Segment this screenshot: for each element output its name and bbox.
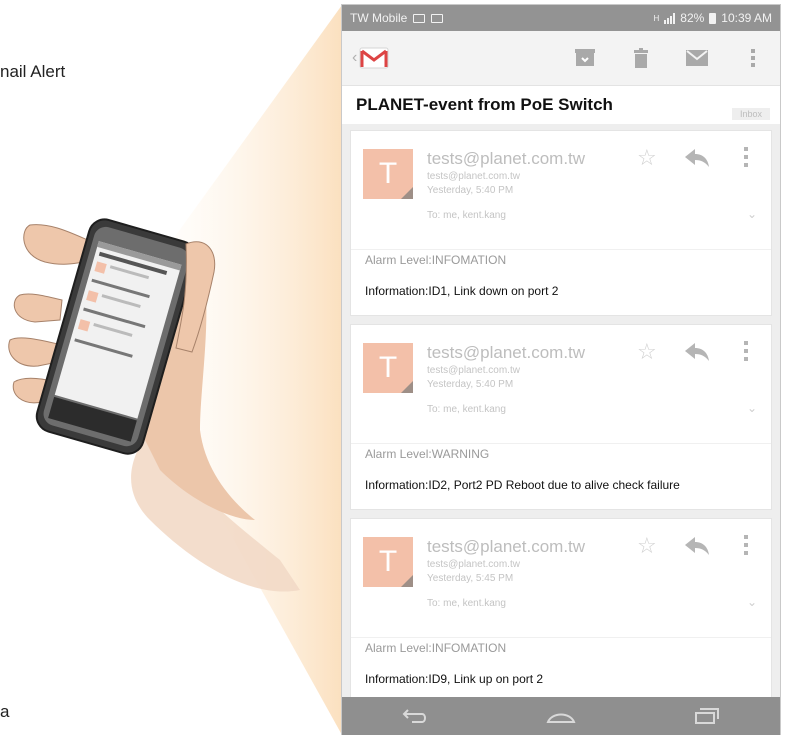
battery-percent: 82% bbox=[680, 11, 705, 25]
action-bar: ‹ bbox=[342, 31, 780, 86]
sender-avatar: T bbox=[363, 343, 413, 393]
email-header[interactable]: T tests@planet.com.tw tests@planet.com.t… bbox=[351, 131, 771, 250]
reply-icon[interactable] bbox=[685, 537, 709, 560]
message-more-icon[interactable] bbox=[744, 341, 748, 366]
status-bar: TW Mobile H 82% 10:39 AM bbox=[342, 5, 780, 31]
inbox-label[interactable]: Inbox bbox=[731, 108, 770, 120]
network-type: H bbox=[653, 13, 660, 23]
email-header[interactable]: T tests@planet.com.tw tests@planet.com.t… bbox=[351, 325, 771, 444]
carrier-name: TW Mobile bbox=[350, 11, 408, 25]
alarm-information: Information:ID9, Link up on port 2 bbox=[365, 672, 544, 686]
recent-apps-icon[interactable] bbox=[687, 704, 727, 728]
message-more-icon[interactable] bbox=[744, 535, 748, 560]
back-nav-icon[interactable] bbox=[395, 704, 435, 728]
sender-email: tests@planet.com.tw bbox=[427, 559, 520, 570]
alarm-level: Alarm Level:INFOMATION bbox=[365, 253, 507, 267]
email-card[interactable]: T tests@planet.com.tw tests@planet.com.t… bbox=[350, 518, 772, 704]
navigation-bar bbox=[342, 697, 780, 735]
alarm-information: Information:ID1, Link down on port 2 bbox=[365, 284, 559, 298]
email-date: Yesterday, 5:40 PM bbox=[427, 185, 514, 196]
subject-row: PLANET-event from PoE Switch Inbox bbox=[342, 86, 780, 124]
mark-unread-icon[interactable] bbox=[686, 47, 708, 69]
reply-icon[interactable] bbox=[685, 343, 709, 366]
stage: nail Alert a TW Mobile H 82% 10:39 AM ‹ bbox=[0, 0, 787, 735]
message-list: T tests@planet.com.tw tests@planet.com.t… bbox=[342, 124, 780, 704]
caption-text: nail Alert bbox=[0, 62, 66, 81]
email-date: Yesterday, 5:45 PM bbox=[427, 573, 514, 584]
overflow-menu-icon[interactable] bbox=[742, 47, 764, 69]
email-subject: PLANET-event from PoE Switch bbox=[356, 95, 613, 114]
sender-email: tests@planet.com.tw bbox=[427, 365, 520, 376]
clock-time: 10:39 AM bbox=[721, 11, 772, 25]
alarm-level: Alarm Level:INFOMATION bbox=[365, 641, 507, 655]
sender-avatar: T bbox=[363, 149, 413, 199]
sender-name: tests@planet.com.tw bbox=[427, 537, 586, 556]
email-header[interactable]: T tests@planet.com.tw tests@planet.com.t… bbox=[351, 519, 771, 638]
expand-chevron-icon[interactable]: ⌄ bbox=[747, 595, 757, 609]
gmail-logo[interactable] bbox=[359, 47, 389, 69]
home-nav-icon[interactable] bbox=[541, 704, 581, 728]
reply-icon[interactable] bbox=[685, 149, 709, 172]
archive-icon[interactable] bbox=[574, 47, 596, 69]
star-icon[interactable]: ☆ bbox=[637, 339, 657, 365]
phone-screen: TW Mobile H 82% 10:39 AM ‹ PLANET-event … bbox=[342, 5, 780, 735]
caption-fragment: a bbox=[0, 702, 10, 721]
sender-avatar: T bbox=[363, 537, 413, 587]
mail-icon bbox=[431, 13, 444, 23]
sender-email: tests@planet.com.tw bbox=[427, 171, 520, 182]
image-icon bbox=[413, 13, 426, 23]
expand-chevron-icon[interactable]: ⌄ bbox=[747, 401, 757, 415]
email-date: Yesterday, 5:40 PM bbox=[427, 379, 514, 390]
message-more-icon[interactable] bbox=[744, 147, 748, 172]
email-recipients: To: me, kent.kang bbox=[427, 404, 506, 415]
expand-chevron-icon[interactable]: ⌄ bbox=[747, 207, 757, 221]
email-recipients: To: me, kent.kang bbox=[427, 598, 506, 609]
alarm-level: Alarm Level:WARNING bbox=[365, 447, 490, 461]
email-card[interactable]: T tests@planet.com.tw tests@planet.com.t… bbox=[350, 130, 772, 316]
sender-name: tests@planet.com.tw bbox=[427, 343, 586, 362]
sender-name: tests@planet.com.tw bbox=[427, 149, 586, 168]
star-icon[interactable]: ☆ bbox=[637, 533, 657, 559]
alarm-information: Information:ID2, Port2 PD Reboot due to … bbox=[365, 478, 680, 492]
email-recipients: To: me, kent.kang bbox=[427, 210, 506, 221]
signal-icon bbox=[664, 12, 676, 24]
back-chevron-icon[interactable]: ‹ bbox=[352, 49, 357, 67]
email-card[interactable]: T tests@planet.com.tw tests@planet.com.t… bbox=[350, 324, 772, 510]
trash-icon[interactable] bbox=[630, 47, 652, 69]
battery-icon bbox=[709, 12, 717, 24]
star-icon[interactable]: ☆ bbox=[637, 145, 657, 171]
